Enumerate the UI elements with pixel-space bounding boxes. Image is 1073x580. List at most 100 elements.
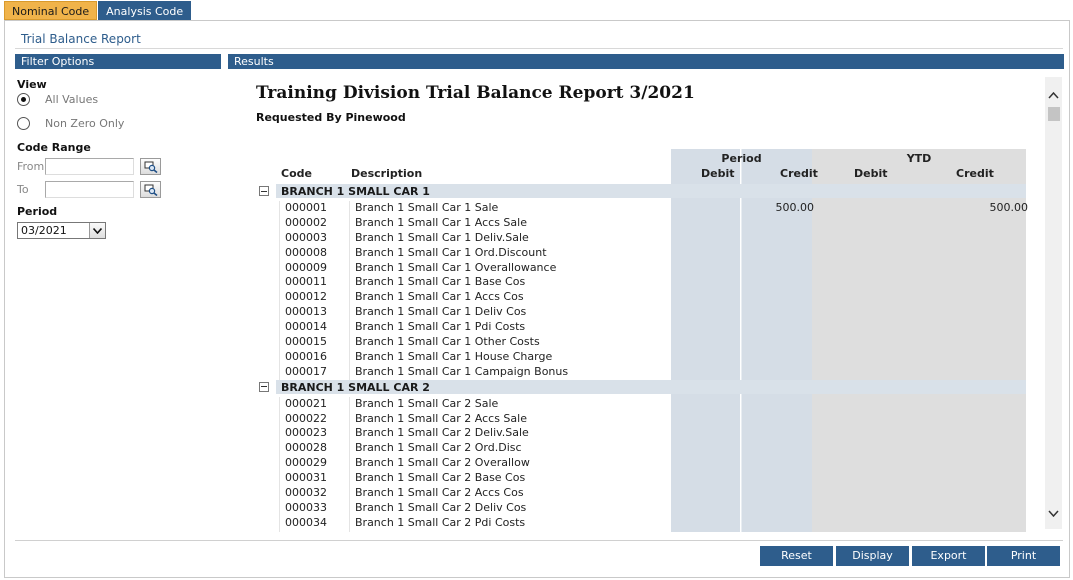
row-code: 000011 <box>285 275 327 289</box>
radio-button-selected[interactable] <box>17 93 30 106</box>
from-row: From <box>17 158 161 175</box>
collapse-icon[interactable] <box>259 381 269 392</box>
row-code: 000013 <box>285 305 327 319</box>
filter-options-header: Filter Options <box>15 54 221 69</box>
row-description: Branch 1 Small Car 1 Other Costs <box>355 335 540 348</box>
row-description: Branch 1 Small Car 2 Base Cos <box>355 471 526 485</box>
row-description: Branch 1 Small Car 2 Deliv.Sale <box>355 426 529 440</box>
vertical-scrollbar[interactable] <box>1045 77 1062 529</box>
row-code: 000029 <box>285 456 327 470</box>
row-code: 000028 <box>285 441 327 455</box>
radio-non-zero-only[interactable]: Non Zero Only <box>17 117 124 130</box>
period-credit-header: Credit <box>780 167 818 180</box>
row-description: Branch 1 Small Car 1 Campaign Bonus <box>355 364 569 378</box>
row-description: Branch 1 Small Car 1 House Charge <box>355 349 553 363</box>
main-panel: Trial Balance Report Filter Options Resu… <box>4 20 1070 578</box>
description-gridline <box>349 200 350 380</box>
row-description: Branch 1 Small Car 2 Deliv Cos <box>355 500 527 514</box>
chevron-up-icon[interactable] <box>1045 85 1062 105</box>
row-description: Branch 1 Small Car 2 Overallow <box>355 456 530 470</box>
from-label: From <box>17 160 45 173</box>
row-description: Branch 1 Small Car 1 Base Cos <box>355 275 526 289</box>
row-description: Branch 1 Small Car 1 Pdi Costs <box>355 320 526 334</box>
tab-bar: Nominal Code Analysis Code <box>4 1 192 20</box>
row-code: 000003 <box>285 230 327 244</box>
row-description: Branch 1 Small Car 1 Accs Sale <box>355 215 527 229</box>
period-header: Period <box>721 152 762 165</box>
view-label: View <box>17 78 47 91</box>
row-description: Branch 1 Small Car 1 Ord.Discount <box>355 245 547 259</box>
ytd-debit-header: Debit <box>854 167 888 180</box>
description-column-header: Description <box>351 167 423 180</box>
row-description: Branch 1 Small Car 1 Deliv.Sale <box>355 230 529 244</box>
tab-nominal-code[interactable]: Nominal Code <box>4 1 98 20</box>
period-select[interactable]: 03/2021 <box>17 222 106 239</box>
group-label: BRANCH 1 SMALL CAR 1 <box>281 185 430 198</box>
row-description: Branch 1 Small Car 1 Overallowance <box>355 260 557 274</box>
reset-button[interactable]: Reset <box>760 546 833 566</box>
code-range-label: Code Range <box>17 141 91 154</box>
row-code: 000021 <box>285 396 327 410</box>
row-period-credit: 500.00 <box>775 200 815 214</box>
row-description: Branch 1 Small Car 1 Accs Cos <box>355 290 524 304</box>
row-code: 000015 <box>285 335 327 348</box>
radio-label: Non Zero Only <box>45 117 125 130</box>
radio-all-values[interactable]: All Values <box>17 93 98 106</box>
row-description: Branch 1 Small Car 2 Accs Sale <box>355 411 527 425</box>
group-label: BRANCH 1 SMALL CAR 2 <box>281 380 430 394</box>
scroll-thumb[interactable] <box>1048 107 1060 121</box>
from-code-input[interactable] <box>45 158 134 175</box>
row-code: 000017 <box>285 364 327 378</box>
chevron-down-icon[interactable] <box>1045 503 1062 523</box>
row-code: 000035 <box>285 531 327 532</box>
row-description: Branch 1 Small Car 2 Pdi Costs <box>355 515 526 529</box>
print-button[interactable]: Print <box>987 546 1060 566</box>
code-gridline <box>279 200 280 380</box>
to-lookup-button[interactable] <box>140 181 161 198</box>
row-description: Branch 1 Small Car 1 Deliv Cos <box>355 305 527 319</box>
code-gridline <box>279 396 280 532</box>
chevron-down-icon[interactable] <box>89 223 105 238</box>
results-panel: Training Division Trial Balance Report 3… <box>231 76 1048 532</box>
search-lookup-icon <box>144 161 158 173</box>
row-code: 000016 <box>285 349 327 363</box>
search-lookup-icon <box>144 184 158 196</box>
from-lookup-button[interactable] <box>140 158 161 175</box>
row-code: 000033 <box>285 500 327 514</box>
row-description: Branch 1 Small Car 2 Other Costs <box>355 531 540 532</box>
row-code: 000023 <box>285 426 327 440</box>
row-code: 000002 <box>285 215 327 229</box>
tab-analysis-code[interactable]: Analysis Code <box>98 1 192 20</box>
report-grid: Period YTD Code Description Debit Credit… <box>231 149 1048 532</box>
period-select-value: 03/2021 <box>21 224 67 237</box>
row-code: 000022 <box>285 411 327 425</box>
row-description: Branch 1 Small Car 1 Sale <box>355 200 499 214</box>
row-code: 000009 <box>285 260 327 274</box>
radio-button[interactable] <box>17 117 30 130</box>
collapse-icon[interactable] <box>259 186 269 196</box>
ytd-header: YTD <box>906 152 932 165</box>
title-divider <box>15 48 1063 49</box>
radio-label: All Values <box>45 93 99 106</box>
requested-by: Requested By Pinewood <box>256 111 406 124</box>
period-debit-header: Debit <box>701 167 735 180</box>
code-column-header: Code <box>281 167 312 180</box>
display-button[interactable]: Display <box>836 546 909 566</box>
to-row: To <box>17 181 161 198</box>
row-ytd-credit: 500.00 <box>989 200 1029 214</box>
row-code: 000008 <box>285 245 327 259</box>
row-code: 000034 <box>285 515 327 529</box>
to-label: To <box>17 183 29 196</box>
report-title: Training Division Trial Balance Report 3… <box>256 83 695 103</box>
page-title: Trial Balance Report <box>21 32 141 46</box>
description-gridline <box>349 396 350 532</box>
to-code-input[interactable] <box>45 181 134 198</box>
row-code: 000014 <box>285 320 327 334</box>
row-code: 000031 <box>285 471 327 485</box>
row-description: Branch 1 Small Car 2 Ord.Disc <box>355 441 522 455</box>
row-code: 000032 <box>285 486 327 499</box>
period-debit-column <box>671 149 740 532</box>
export-button[interactable]: Export <box>912 546 985 566</box>
ytd-credit-header: Credit <box>956 167 994 180</box>
row-description: Branch 1 Small Car 2 Sale <box>355 396 499 410</box>
